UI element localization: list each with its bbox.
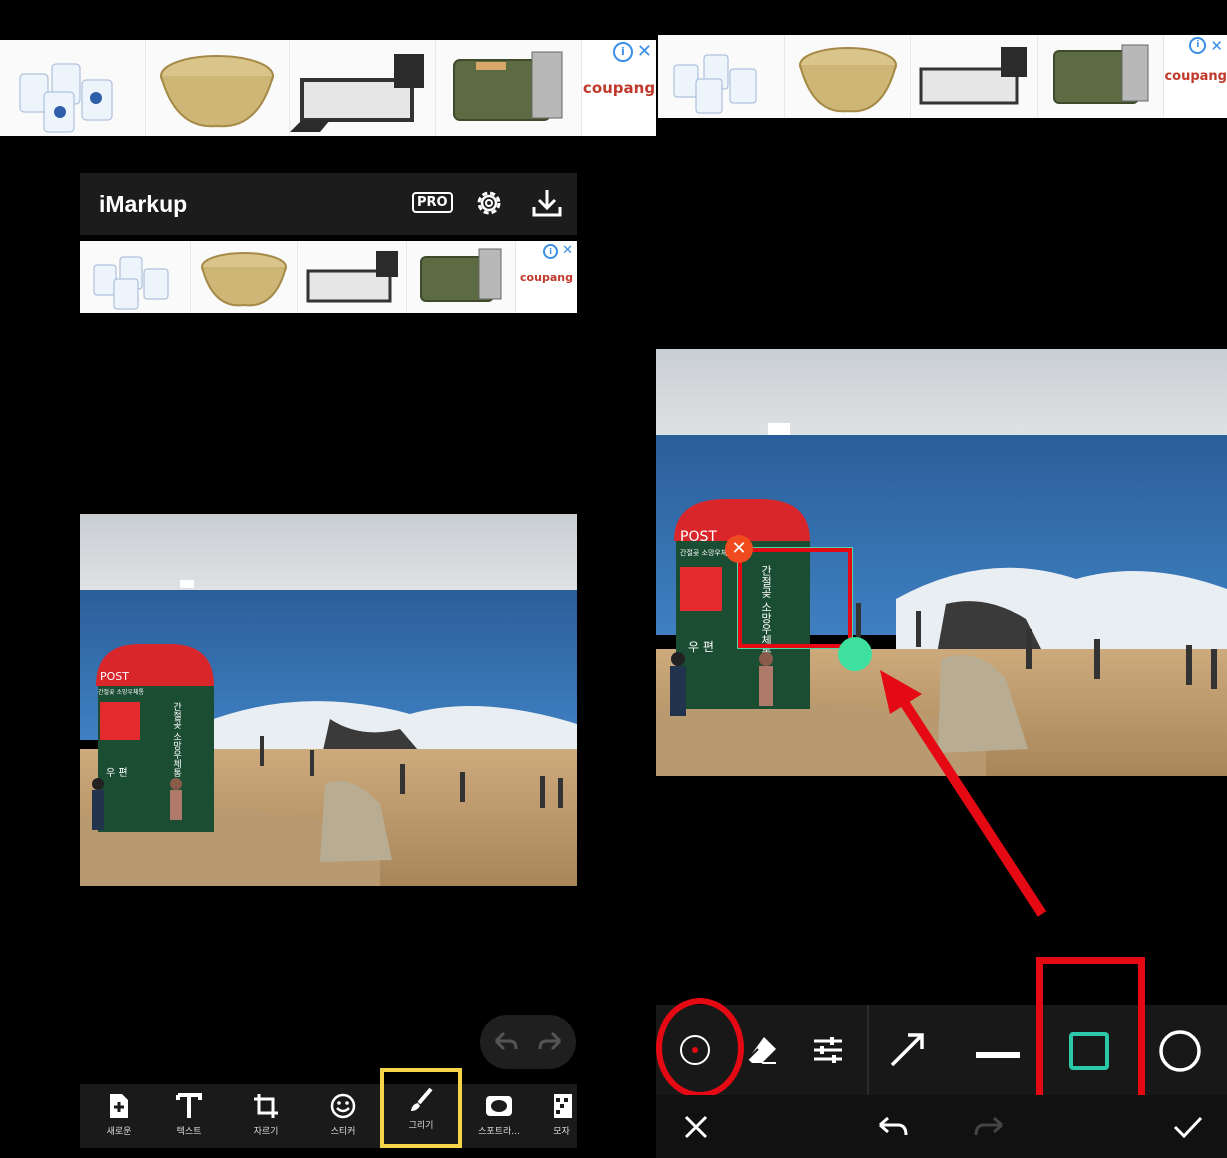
undo-icon[interactable] (876, 1115, 910, 1143)
confirm-check-icon[interactable] (1172, 1113, 1204, 1145)
booth-post-text: POST (680, 529, 717, 545)
basket-image (798, 47, 897, 113)
dish-rack-image (919, 47, 1028, 105)
tool-new-label: 새로운 (106, 1127, 132, 1137)
glasses-image (19, 63, 113, 133)
app-title: iMarkup (99, 190, 188, 217)
grill-image (1052, 44, 1149, 104)
dish-rack-image (306, 251, 398, 303)
redo-icon[interactable] (536, 1029, 564, 1059)
cancel-close-icon[interactable] (682, 1113, 710, 1145)
basket-image (160, 55, 274, 128)
ad-banner-inner[interactable]: coupang i ✕ (80, 241, 577, 313)
tool-new[interactable]: 새로운 (88, 1092, 150, 1137)
ad-info-icon[interactable]: i (543, 243, 559, 259)
undo-icon[interactable] (492, 1029, 520, 1059)
tool-text[interactable]: 텍스트 (158, 1092, 220, 1137)
booth-bottom-text: 우 편 (688, 640, 714, 654)
tool-crop-label: 자르기 (253, 1127, 279, 1137)
arrow-icon[interactable] (888, 1031, 926, 1073)
booth-bottom-text: 우 편 (106, 767, 128, 779)
ad-product-grill[interactable] (1037, 35, 1165, 118)
ad-product-glasses[interactable] (0, 40, 146, 136)
booth-subtitle-text: 간절곶 소망우체통 (98, 688, 145, 696)
basket-image (201, 252, 287, 307)
ad-info-icon[interactable]: i (1189, 37, 1207, 54)
ad-brand[interactable]: coupang i ✕ (582, 40, 656, 136)
booth-post-text: POST (100, 670, 129, 683)
ad-product-grill[interactable] (436, 40, 582, 136)
mosaic-icon (553, 1094, 572, 1118)
ad-close-icon[interactable]: ✕ (1210, 38, 1223, 54)
ad-product-glasses-small[interactable] (80, 241, 191, 313)
coupang-logo: coupang (582, 79, 656, 97)
ad-product-basket[interactable] (784, 35, 912, 118)
tool-mosaic-label: 모자 (553, 1127, 570, 1137)
delete-annotation-icon[interactable]: ✕ (725, 535, 753, 563)
ad-brand-small[interactable]: coupang i ✕ (516, 241, 577, 313)
ad-banner-top-left[interactable]: coupang i ✕ (0, 40, 656, 136)
tool-draw[interactable]: 그리기 (380, 1068, 462, 1148)
ad-product-glasses[interactable] (658, 35, 785, 118)
tool-sticker[interactable]: 스티커 (312, 1092, 374, 1137)
booth-vertical-text: 간절곶 소망우체통 (171, 702, 181, 777)
sliders-icon[interactable] (812, 1033, 844, 1071)
grill-image (420, 248, 502, 302)
sticker-icon (330, 1093, 356, 1119)
beach-photo-image: POST 간절곶 소망우체통 간절곶 소망우체통 우 편 (80, 514, 577, 886)
new-file-icon (110, 1094, 128, 1118)
ad-product-dish-rack-small[interactable] (298, 241, 407, 313)
coupang-logo: coupang (1164, 69, 1227, 84)
action-bar (656, 1095, 1227, 1158)
line-icon[interactable] (976, 1045, 1020, 1064)
undo-redo-pill (480, 1015, 576, 1069)
settings-gear-icon[interactable] (473, 187, 505, 223)
ad-product-dish-rack[interactable] (911, 35, 1038, 118)
crop-icon (254, 1094, 278, 1118)
tool-spotlight[interactable]: 스포트라... (468, 1092, 530, 1137)
download-icon[interactable] (530, 187, 564, 223)
app-header: iMarkup PRO (80, 173, 577, 235)
ad-product-basket-small[interactable] (191, 241, 298, 313)
ad-close-icon[interactable]: ✕ (637, 43, 652, 61)
highlight-circle-pen (656, 998, 744, 1098)
tutorial-arrow (880, 670, 1047, 917)
ad-banner-top-right[interactable]: coupang i ✕ (658, 35, 1227, 118)
redo-icon[interactable] (972, 1115, 1006, 1143)
brush-icon (411, 1087, 433, 1111)
ad-close-icon[interactable]: ✕ (562, 243, 573, 259)
grill-image (453, 51, 563, 121)
spotlight-icon (486, 1096, 512, 1116)
ad-brand[interactable]: coupang i ✕ (1164, 35, 1227, 118)
ad-product-basket[interactable] (146, 40, 290, 136)
tool-text-label: 텍스트 (176, 1127, 202, 1137)
tool-mosaic[interactable]: 모자 (546, 1092, 577, 1137)
eraser-icon[interactable] (744, 1033, 780, 1071)
coupang-logo: coupang (520, 270, 573, 284)
tool-sticker-label: 스티커 (330, 1127, 356, 1137)
dish-rack-image (290, 54, 424, 132)
tool-spotlight-label: 스포트라... (478, 1127, 520, 1137)
drawn-rectangle-annotation[interactable] (737, 547, 853, 649)
glasses-image (673, 54, 757, 114)
ad-product-grill-small[interactable] (407, 241, 516, 313)
bottom-toolbar: 새로운 텍스트 자르기 스티커 그리기 스포트라... 모자 (80, 1068, 577, 1148)
ad-info-icon[interactable]: i (612, 42, 633, 62)
tool-draw-label: 그리기 (408, 1120, 434, 1131)
pro-badge[interactable]: PRO (412, 192, 453, 213)
text-icon (176, 1093, 202, 1118)
circle-icon[interactable] (1158, 1029, 1202, 1077)
ad-product-dish-rack[interactable] (290, 40, 436, 136)
glasses-image (93, 256, 169, 310)
editor-photo-left[interactable]: POST 간절곶 소망우체통 간절곶 소망우체통 우 편 (80, 514, 577, 886)
resize-handle[interactable] (838, 637, 872, 671)
tool-crop[interactable]: 자르기 (235, 1092, 297, 1137)
